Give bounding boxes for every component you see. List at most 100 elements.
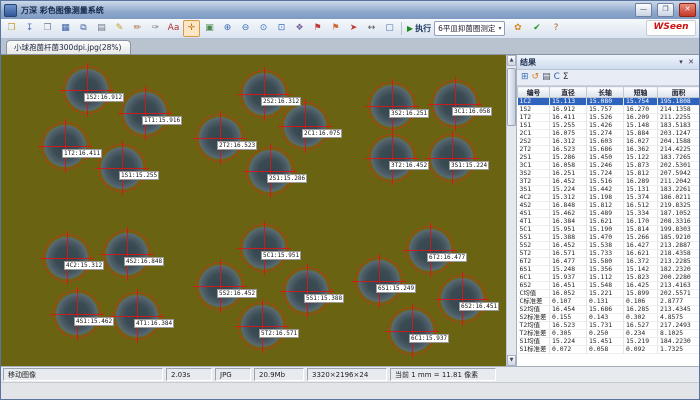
minimize-button[interactable]: — [635,3,652,17]
table-row[interactable]: 6S115.24815.35615.142182.2320 [518,266,700,274]
pin-icon[interactable]: ▾ [676,58,686,66]
help-book-icon[interactable]: ? [547,20,564,37]
inhibition-zone[interactable] [56,293,98,335]
table-row[interactable]: 4S115.46215.48915.334187.1052 [518,210,700,218]
text-tool-icon[interactable]: Aa [165,20,182,37]
copy-c-icon[interactable]: C [554,71,560,84]
table-row[interactable]: 3S216.25115.72415.812207.5942 [518,170,700,178]
inhibition-zone[interactable] [286,270,328,312]
inhibition-zone[interactable] [358,260,400,302]
palette-icon[interactable]: ❖ [291,20,308,37]
column-header[interactable]: 短轴 [624,87,658,98]
table-row[interactable]: 1C215.11315.08015.754195.1808 [518,98,700,106]
table-row[interactable]: C均值16.05215.22115.899202.5571 [518,290,700,298]
inhibition-zone[interactable] [434,83,476,125]
close-button[interactable]: ✕ [679,3,696,17]
table-row[interactable]: 2S216.31215.60316.027204.1588 [518,138,700,146]
preset-dropdown[interactable]: 6平皿抑菌圈测定 ▾ [434,21,505,36]
table-row[interactable]: C标准差0.1070.1310.1062.8777 [518,298,700,306]
select-arrow-icon[interactable]: ➤ [345,20,362,37]
table-row[interactable]: 3S115.22415.44215.131183.2261 [518,186,700,194]
table-row[interactable]: 4C215.31215.19815.374186.0211 [518,194,700,202]
table-row[interactable]: 5T216.57115.73316.621218.4358 [518,250,700,258]
table-row[interactable]: 1S115.25515.42615.148183.5183 [518,122,700,130]
table-row[interactable]: 3T216.45215.51616.289211.2042 [518,178,700,186]
inhibition-zone[interactable] [124,92,166,134]
pan-hand-icon[interactable]: ✛ [183,20,200,37]
inhibition-zone[interactable] [106,233,148,275]
export-icon[interactable]: ⊞ [521,71,529,84]
canvas-vscrollbar[interactable]: ▲ ▼ [506,55,516,366]
save-icon[interactable]: ▦ [57,20,74,37]
table-row[interactable]: 4T116.38415.62116.170208.3316 [518,218,700,226]
inhibition-zone[interactable] [241,305,283,347]
table-row[interactable]: 6T216.47715.58016.372213.2285 [518,258,700,266]
inhibition-zone[interactable] [371,137,413,179]
column-header[interactable]: 直径 [550,87,587,98]
image-tool-icon[interactable]: ▣ [201,20,218,37]
table-row[interactable]: 6S216.45115.54816.425213.4163 [518,282,700,290]
flag-orange-icon[interactable]: ⚑ [327,20,344,37]
maximize-button[interactable]: ❐ [657,3,674,17]
zoom-out-icon[interactable]: ⊖ [237,20,254,37]
table-row[interactable]: 1S216.91215.75716.270214.1358 [518,106,700,114]
close-panel-icon[interactable]: ✕ [686,58,696,66]
measure-link-icon[interactable]: ↔ [363,20,380,37]
column-header[interactable]: 面积 [658,87,700,98]
inhibition-zone[interactable] [431,137,473,179]
table-row[interactable]: S1均值15.22415.45115.219184.2230 [518,338,700,346]
run-button[interactable]: ▶ 执行 [405,23,433,34]
zoom-in-icon[interactable]: ⊕ [219,20,236,37]
inhibition-zone[interactable] [391,310,433,352]
table-row[interactable]: 2C116.07515.27415.884203.1247 [518,130,700,138]
table-row[interactable]: 5S216.45215.53816.427213.2887 [518,242,700,250]
open-folder-icon[interactable]: ❒ [3,20,20,37]
scroll-up-icon[interactable]: ▲ [507,55,516,66]
flag-red-icon[interactable]: ⚑ [309,20,326,37]
undo-icon[interactable]: ↺ [532,71,540,84]
sum-sigma-icon[interactable]: Σ [563,71,569,84]
image-tab[interactable]: 小球孢菌杆菌300dpi.jpg(28%) [6,40,131,54]
inhibition-zone[interactable] [243,227,285,269]
inhibition-zone[interactable] [199,117,241,159]
settings-flower-icon[interactable]: ✿ [509,20,526,37]
inhibition-zone[interactable] [116,295,158,337]
screen-icon[interactable]: ▢ [381,20,398,37]
print-results-icon[interactable]: ▤ [542,71,551,84]
inhibition-zone[interactable] [249,150,291,192]
zoom-select-icon[interactable]: ⊙ [255,20,272,37]
inhibition-zone[interactable] [101,147,143,189]
save-all-icon[interactable]: ⧉ [75,20,92,37]
inhibition-zone[interactable] [409,229,451,271]
table-row[interactable]: T2标准差0.3050.2500.2348.1025 [518,330,700,338]
confirm-check-icon[interactable]: ✔ [528,20,545,37]
table-row[interactable]: S1标准差0.0720.0580.0921.7325 [518,346,700,354]
table-row[interactable]: 5C115.95115.19015.814199.8303 [518,226,700,234]
pencil-icon[interactable]: ✎ [111,20,128,37]
inhibition-zone[interactable] [66,69,108,111]
table-row[interactable]: 4S216.84815.81216.512219.8325 [518,202,700,210]
table-row[interactable]: T2均值16.52315.73116.527217.2493 [518,322,700,330]
print-icon[interactable]: ▤ [93,20,110,37]
inhibition-zone[interactable] [46,237,88,279]
scroll-down-icon[interactable]: ▼ [507,355,516,366]
annotate-icon[interactable]: ✑ [147,20,164,37]
column-header[interactable]: 编号 [518,87,550,98]
table-row[interactable]: 5S115.38815.47015.266185.9210 [518,234,700,242]
table-row[interactable]: 2S115.28615.45015.122183.7265 [518,154,700,162]
scroll-track[interactable] [507,66,516,355]
scroll-thumb[interactable] [507,68,516,126]
table-row[interactable]: 1T216.41115.52616.209211.2255 [518,114,700,122]
table-row[interactable]: 3C116.05815.24615.873202.5301 [518,162,700,170]
inhibition-zone[interactable] [371,85,413,127]
zoom-fit-icon[interactable]: ⊡ [273,20,290,37]
marker-icon[interactable]: ✏ [129,20,146,37]
table-row[interactable]: S2标准差0.1550.1430.3024.8575 [518,314,700,322]
inhibition-zone[interactable] [441,278,483,320]
table-row[interactable]: S2均值16.45415.68616.285213.4345 [518,306,700,314]
table-row[interactable]: 2T216.52315.68616.362214.4225 [518,146,700,154]
import-icon[interactable]: ↧ [21,20,38,37]
table-row[interactable]: 6C115.93715.11215.823200.2280 [518,274,700,282]
image-canvas[interactable]: 1S2:16.9121T1:15.9161T2:16.4111S1:15.255… [1,55,506,366]
copy-icon[interactable]: ❐ [39,20,56,37]
